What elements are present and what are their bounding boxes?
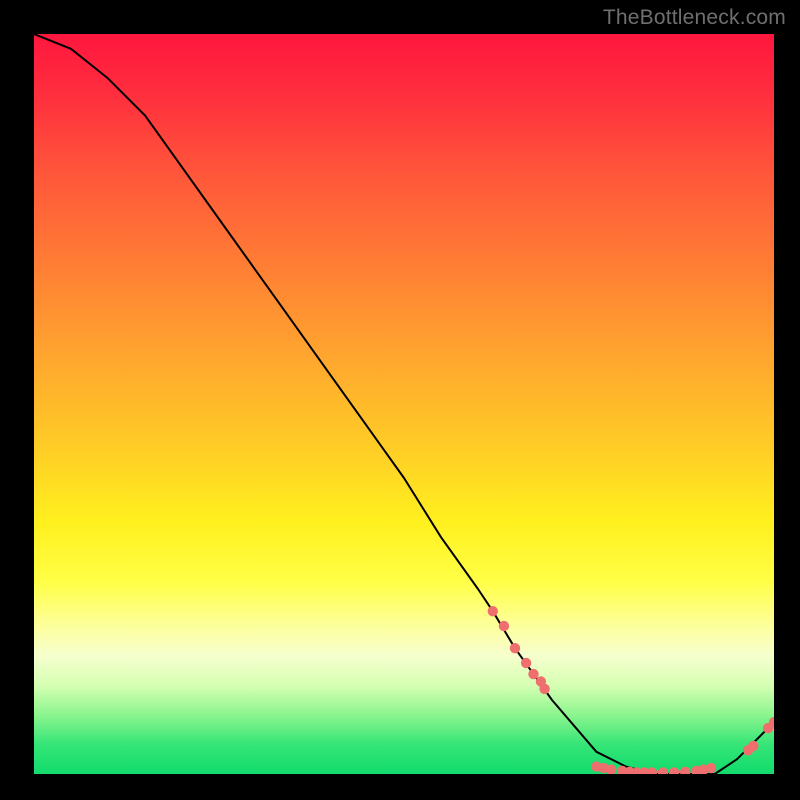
data-dot xyxy=(499,621,509,631)
data-dot xyxy=(748,741,758,751)
bottleneck-curve xyxy=(34,34,774,774)
data-dot xyxy=(680,767,690,774)
data-dot xyxy=(706,763,716,773)
data-dot xyxy=(658,767,668,774)
watermark-text: TheBottleneck.com xyxy=(603,6,786,30)
data-dot xyxy=(528,669,538,679)
data-dot xyxy=(647,767,657,774)
chart-stage: TheBottleneck.com xyxy=(0,0,800,800)
plot-svg xyxy=(34,34,774,774)
data-dot xyxy=(539,684,549,694)
data-dots xyxy=(488,606,774,774)
data-dot xyxy=(669,767,679,774)
data-dot xyxy=(488,606,498,616)
data-dot xyxy=(521,658,531,668)
data-dot xyxy=(510,643,520,653)
plot-area xyxy=(34,34,774,774)
